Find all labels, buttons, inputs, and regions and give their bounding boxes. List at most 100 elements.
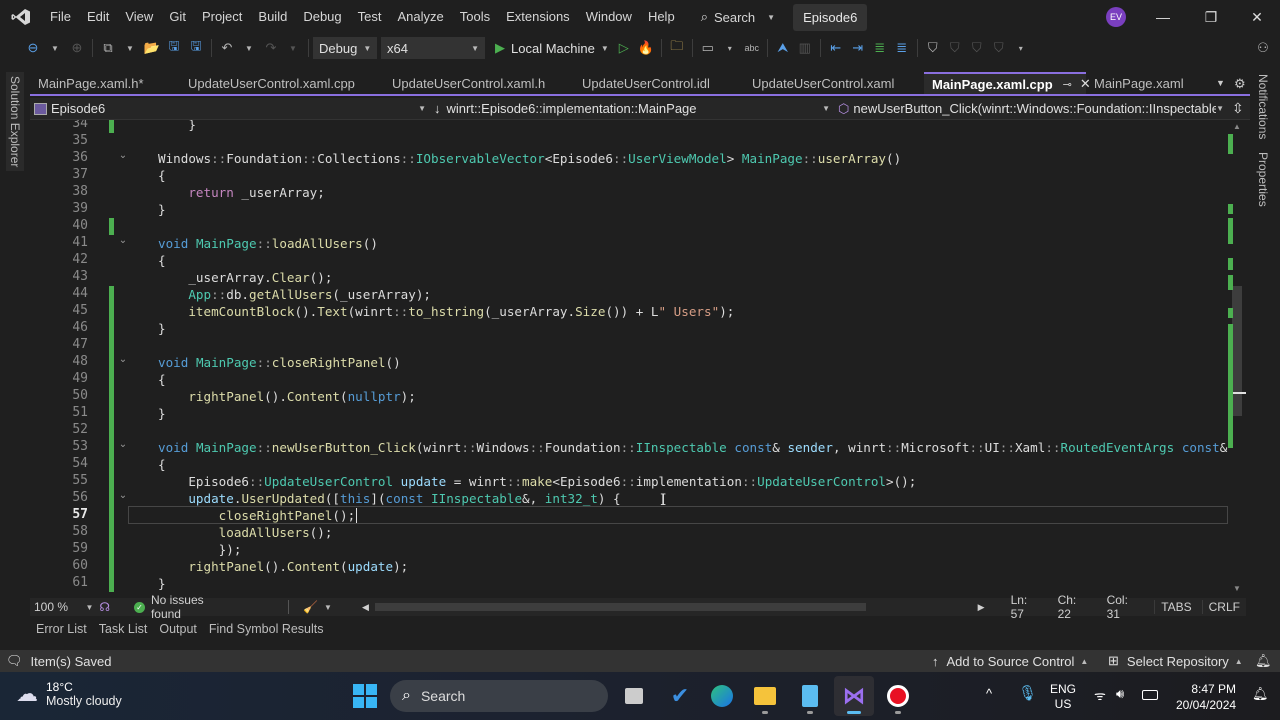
tab-overflow-icon[interactable]: ▼ xyxy=(1216,78,1225,88)
restore-button[interactable]: ❐ xyxy=(1188,0,1234,34)
intellicode-icon[interactable]: ☊ xyxy=(99,600,110,614)
menu-project[interactable]: Project xyxy=(194,0,250,34)
menu-debug[interactable]: Debug xyxy=(295,0,349,34)
start-debugging-button[interactable]: ▶ Local Machine ▼ xyxy=(495,40,609,56)
bottom-tab[interactable]: Find Symbol Results xyxy=(203,622,330,642)
dropdown-arrow-icon[interactable]: ▼ xyxy=(282,37,304,59)
configuration-dropdown[interactable]: Debug ▼ xyxy=(313,37,377,59)
taskbar-search-box[interactable]: ⌕ Search xyxy=(390,680,608,712)
scope-dropdown[interactable]: ↓ winrt::Episode6::implementation::MainP… xyxy=(430,98,834,120)
code-line[interactable]: return _userArray; xyxy=(158,184,325,201)
pin-tab-icon[interactable]: ⊸ xyxy=(1063,78,1072,91)
platform-dropdown[interactable]: x64 ▼ xyxy=(381,37,485,59)
azure-devops-button[interactable]: ✔ xyxy=(660,676,700,716)
menu-window[interactable]: Window xyxy=(578,0,640,34)
scroll-down-icon[interactable]: ▼ xyxy=(1233,584,1241,593)
overflow-icon[interactable]: ▾ xyxy=(1010,37,1032,59)
spell-check-icon[interactable]: abc xyxy=(741,37,763,59)
bottom-tab[interactable]: Output xyxy=(153,622,203,642)
document-tab[interactable]: UpdateUserControl.xaml.cpp xyxy=(180,72,384,94)
open-folder-icon[interactable]: 📂 xyxy=(141,37,163,59)
menu-test[interactable]: Test xyxy=(350,0,390,34)
scroll-left-icon[interactable]: ◀ xyxy=(362,602,369,613)
document-tab[interactable]: MainPage.xaml xyxy=(1086,72,1216,94)
navigate-forward-icon[interactable]: ⊕ xyxy=(66,37,88,59)
code-cleanup-icon[interactable]: 🧹 xyxy=(303,600,318,614)
minimize-button[interactable]: — xyxy=(1140,0,1186,34)
indent-icon[interactable]: ⇥ xyxy=(847,37,869,59)
start-button[interactable] xyxy=(353,684,377,708)
scroll-right-icon[interactable]: ▶ xyxy=(978,602,985,613)
horizontal-scrollbar[interactable] xyxy=(374,603,866,611)
line-ending-indicator[interactable]: CRLF xyxy=(1201,600,1246,614)
code-line[interactable]: closeRightPanel(); xyxy=(158,507,355,524)
code-line[interactable]: } xyxy=(158,575,166,592)
char-indicator[interactable]: Ch: 22 xyxy=(1058,593,1093,621)
document-tab[interactable]: MainPage.xaml.cpp ⊸ ✕ xyxy=(924,72,1091,94)
code-line[interactable]: { xyxy=(158,252,166,269)
notification-center-icon[interactable]: 🔔︎ xyxy=(1252,686,1269,702)
properties-tab[interactable]: Properties xyxy=(1256,152,1270,207)
code-line[interactable]: itemCountBlock().Text(winrt::to_hstring(… xyxy=(158,303,734,320)
code-line[interactable]: } xyxy=(158,120,196,133)
vertical-scrollbar[interactable]: ▲ ▼ xyxy=(1228,120,1246,598)
code-line[interactable]: } xyxy=(158,320,166,337)
overflow-icon[interactable]: ▾ xyxy=(719,37,741,59)
fold-toggle-icon[interactable]: ⌄ xyxy=(117,490,129,501)
avatar[interactable]: EV xyxy=(1106,7,1126,27)
code-line[interactable]: } xyxy=(158,405,166,422)
notifications-tab[interactable]: Notifications xyxy=(1256,74,1270,139)
visual-studio-button[interactable]: ⋈ xyxy=(834,676,874,716)
save-icon[interactable]: 🖫 xyxy=(163,37,185,59)
code-line[interactable]: Episode6::UpdateUserControl update = win… xyxy=(158,473,916,490)
notepad-button[interactable] xyxy=(790,676,830,716)
bookmark-icon[interactable]: ⛉ xyxy=(922,37,944,59)
code-line[interactable]: }); xyxy=(158,541,242,558)
search-menu-button[interactable]: ⌕ Search ▼ xyxy=(693,9,783,25)
select-repository-button[interactable]: ⊞ Select Repository ▲ xyxy=(1108,653,1243,669)
code-line[interactable]: void MainPage::loadAllUsers() xyxy=(158,235,378,252)
code-line[interactable]: } xyxy=(158,201,166,218)
code-editor[interactable]: 34 } 35 36 ⌄ Windows::Foundation::Collection… xyxy=(30,120,1245,598)
file-explorer-button[interactable] xyxy=(745,676,785,716)
hot-reload-icon[interactable]: 🔥 xyxy=(635,37,657,59)
navigate-back-icon[interactable]: ⊖ xyxy=(22,37,44,59)
menu-extensions[interactable]: Extensions xyxy=(498,0,578,34)
bottom-tab[interactable]: Error List xyxy=(30,622,93,642)
code-line[interactable]: App::db.getAllUsers(_userArray); xyxy=(158,286,431,303)
clear-bookmarks-icon[interactable]: ⛉ xyxy=(988,37,1010,59)
input-language-button[interactable]: ENG US xyxy=(1050,682,1076,712)
split-editor-icon[interactable]: ⇳ xyxy=(1228,98,1248,120)
notifications-bell-icon[interactable]: 🔔︎ xyxy=(1255,653,1272,669)
code-line[interactable]: { xyxy=(158,371,166,388)
settings-gear-icon[interactable]: ⚙ xyxy=(1234,76,1246,92)
select-cursor-icon[interactable]: ⮝ xyxy=(772,37,794,59)
wifi-icon[interactable]: ᯤ xyxy=(1094,686,1106,704)
solution-explorer-tab[interactable]: Solution Explorer xyxy=(6,72,24,172)
show-hidden-icons-button[interactable]: ^ xyxy=(986,686,992,701)
zoom-dropdown[interactable]: 100 % xyxy=(30,600,85,614)
menu-build[interactable]: Build xyxy=(250,0,295,34)
dropdown-arrow-icon[interactable]: ▼ xyxy=(44,37,66,59)
code-line[interactable]: Windows::Foundation::Collections::IObser… xyxy=(158,150,901,167)
member-dropdown[interactable]: ⬡ newUserButton_Click(winrt::Windows::Fo… xyxy=(834,98,1228,120)
live-share-icon[interactable]: ⚇ xyxy=(1252,37,1274,59)
clock[interactable]: 8:47 PM 20/04/2024 xyxy=(1176,681,1236,713)
issues-status[interactable]: No issues found xyxy=(151,593,236,621)
code-line[interactable]: rightPanel().Content(update); xyxy=(158,558,408,575)
solution-explorer-search-icon[interactable]: 🗀 xyxy=(666,37,688,59)
document-tab[interactable]: MainPage.xaml.h* xyxy=(30,72,180,94)
menu-view[interactable]: View xyxy=(117,0,161,34)
weather-widget[interactable]: ☁ 18°C Mostly cloudy xyxy=(16,680,122,708)
bottom-tab[interactable]: Task List xyxy=(93,622,154,642)
volume-icon[interactable]: 🔊︎ xyxy=(1116,686,1124,702)
menu-file[interactable]: File xyxy=(42,0,79,34)
col-indicator[interactable]: Col: 31 xyxy=(1107,593,1145,621)
fold-toggle-icon[interactable]: ⌄ xyxy=(117,235,129,246)
code-line[interactable]: void MainPage::closeRightPanel() xyxy=(158,354,401,371)
code-line[interactable]: { xyxy=(158,456,166,473)
dropdown-arrow-icon[interactable]: ▼ xyxy=(238,37,260,59)
uncomment-icon[interactable]: ≣ xyxy=(891,37,913,59)
scroll-up-icon[interactable]: ▲ xyxy=(1233,122,1241,131)
document-tab[interactable]: UpdateUserControl.xaml xyxy=(744,72,924,94)
